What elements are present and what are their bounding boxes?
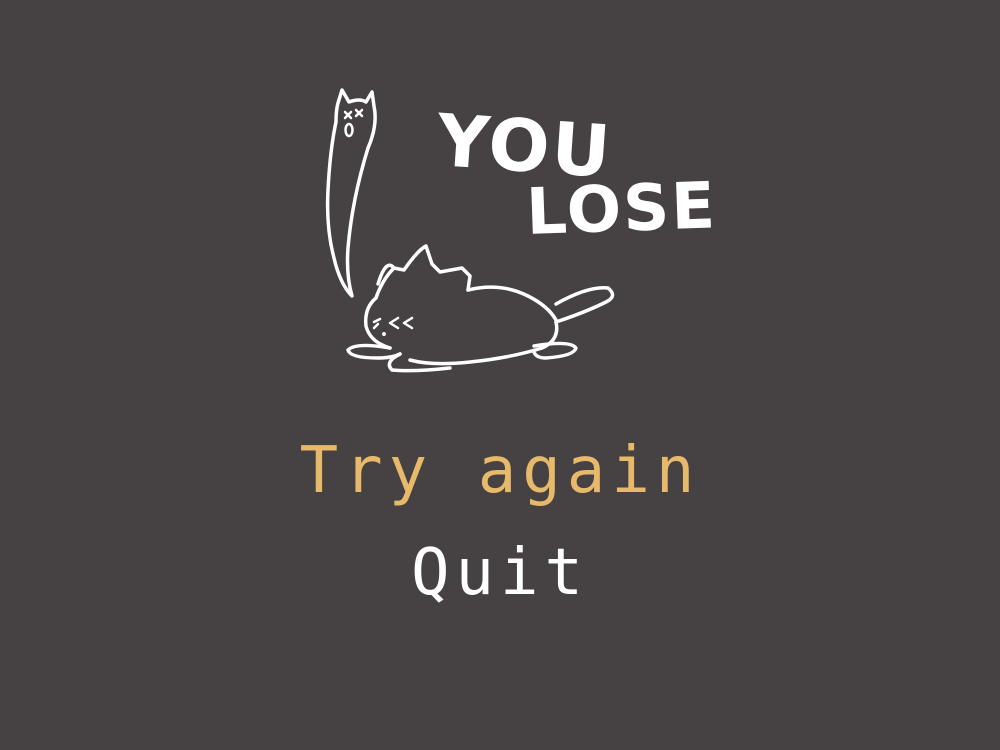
try-again-button[interactable]: Try again — [0, 434, 1000, 508]
lying-cat-icon — [346, 244, 615, 373]
game-over-title-lose: LOSE — [525, 169, 719, 250]
ghost-cat-icon — [325, 88, 377, 298]
quit-button[interactable]: Quit — [0, 536, 1000, 610]
game-over-screen: YOU LOSE Try again Quit — [0, 0, 1000, 750]
